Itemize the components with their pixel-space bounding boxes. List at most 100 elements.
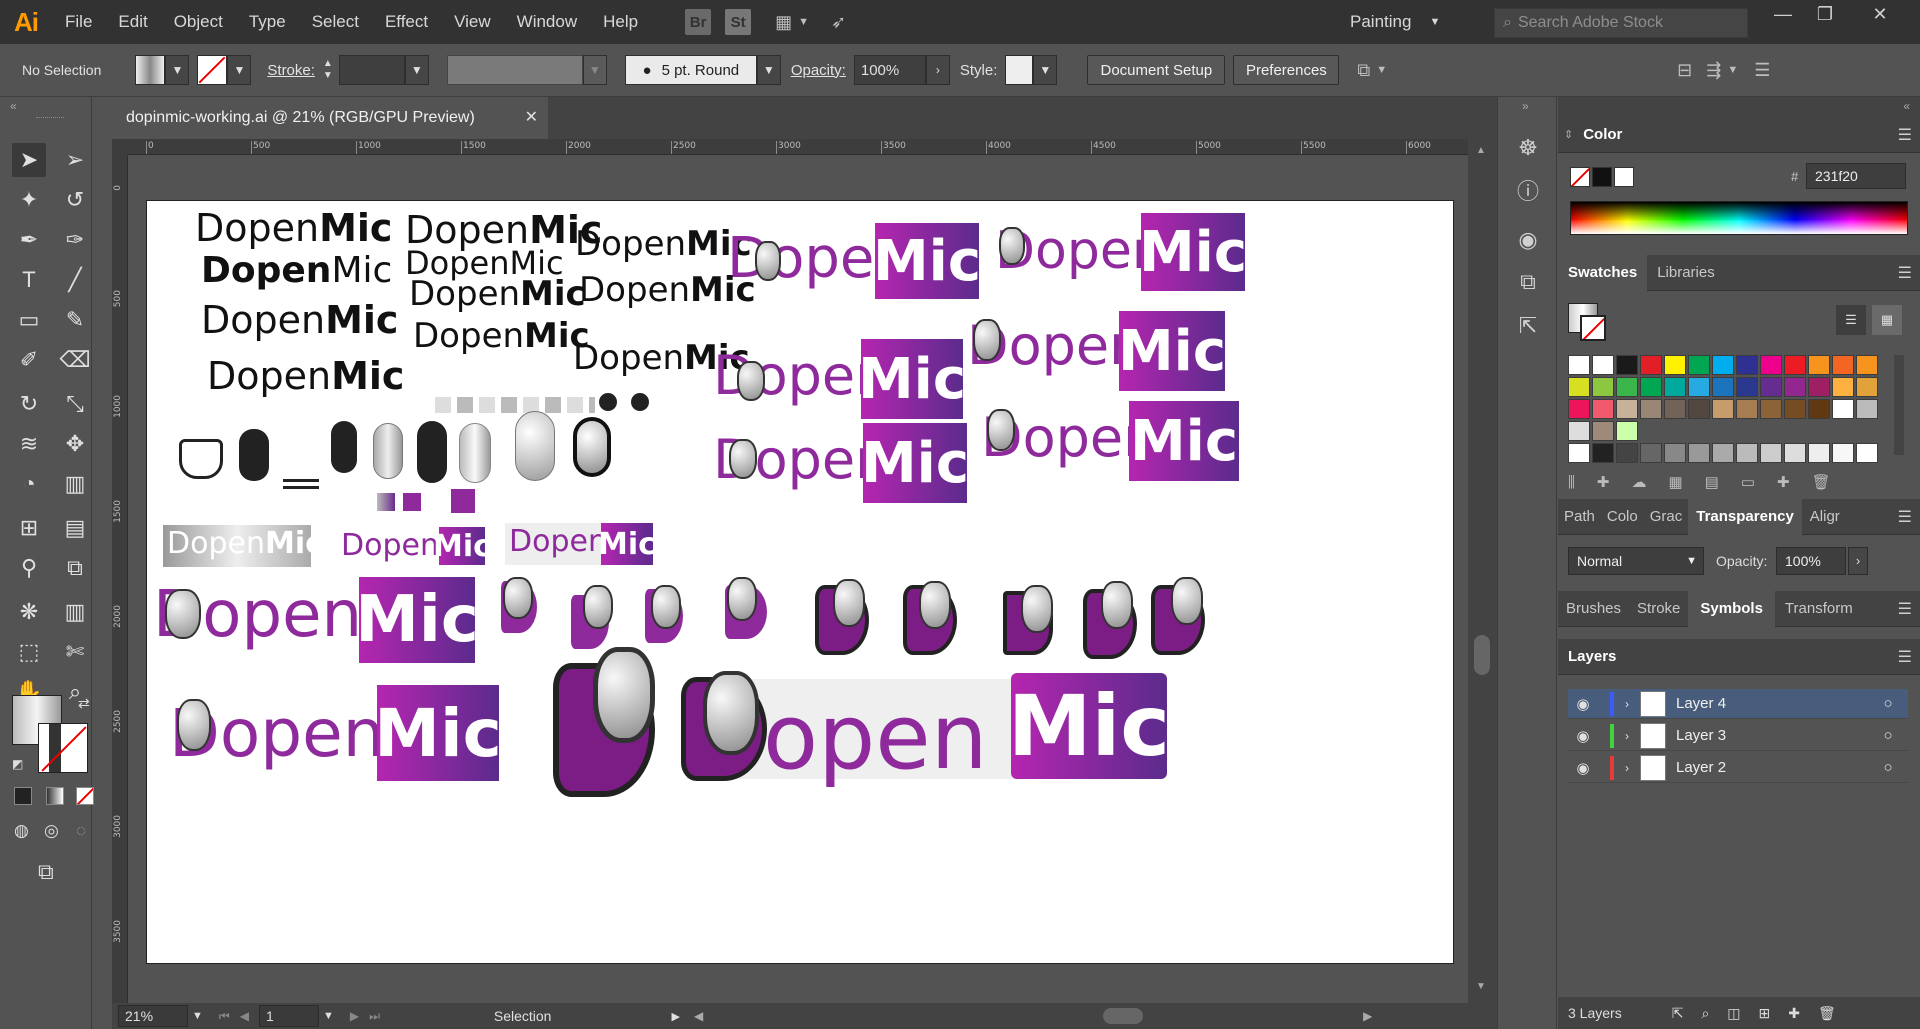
info-icon[interactable]: ⓘ: [1511, 173, 1545, 207]
swatch[interactable]: [1592, 421, 1614, 441]
swatch[interactable]: [1592, 399, 1614, 419]
tab-transform[interactable]: Transform: [1775, 591, 1863, 627]
scale-tool-icon[interactable]: ⤡: [58, 387, 92, 421]
purple-swatch[interactable]: [403, 493, 421, 511]
stroke-weight-field[interactable]: [338, 55, 405, 85]
blend-mode-select[interactable]: Normal ▼: [1568, 547, 1704, 575]
menu-select[interactable]: Select: [299, 0, 372, 44]
first-artboard-icon[interactable]: ⏮: [219, 1009, 230, 1024]
menu-view[interactable]: View: [441, 0, 504, 44]
document-tab[interactable]: dopinmic-working.ai @ 21% (RGB/GPU Previ…: [112, 97, 548, 139]
gradient-swatch[interactable]: [377, 493, 395, 511]
panel-menu-icon[interactable]: ☰: [1898, 507, 1912, 527]
paintbrush-tool-icon[interactable]: ✎: [58, 303, 92, 337]
menu-type[interactable]: Type: [236, 0, 299, 44]
swatch[interactable]: [1664, 355, 1686, 375]
mic-silver-shape[interactable]: [373, 423, 403, 479]
new-sublayer-icon[interactable]: ⊞: [1759, 1005, 1771, 1022]
bridge-button[interactable]: Br: [685, 9, 712, 35]
tab-align[interactable]: Aligr: [1802, 499, 1848, 535]
swatch[interactable]: [1664, 399, 1686, 419]
swatch[interactable]: [1736, 399, 1758, 419]
stroke-color-box[interactable]: [38, 723, 88, 773]
stroke-stepper[interactable]: ▲ ▼: [323, 58, 333, 82]
vertical-scrollbar[interactable]: ▲ ▼: [1468, 139, 1497, 1003]
menu-window[interactable]: Window: [504, 0, 590, 44]
menu-help[interactable]: Help: [590, 0, 651, 44]
export-layer-icon[interactable]: ⇱: [1672, 1005, 1684, 1022]
last-artboard-icon[interactable]: ⏭: [369, 1009, 380, 1024]
artboard-tool-icon[interactable]: ⬚: [12, 635, 46, 669]
swatch[interactable]: [1688, 355, 1710, 375]
menu-object[interactable]: Object: [161, 0, 236, 44]
locate-object-icon[interactable]: ⌕: [1701, 1005, 1709, 1022]
stroke-swatch[interactable]: [197, 55, 228, 85]
swatch-options-icon[interactable]: ▤: [1705, 473, 1719, 491]
wordmark-study[interactable]: DopenMic: [201, 301, 398, 339]
delete-layer-icon[interactable]: 🗑: [1818, 1005, 1836, 1022]
direct-selection-tool-icon[interactable]: ➢: [58, 143, 92, 177]
swatch[interactable]: [1832, 443, 1854, 463]
swatch[interactable]: [1808, 399, 1830, 419]
fill-dropdown[interactable]: ▼: [165, 55, 190, 85]
symbol-sprayer-icon[interactable]: ❋: [12, 595, 46, 629]
swatch[interactable]: [1808, 443, 1830, 463]
horizontal-ruler[interactable]: 0 500 1000 1500 2000 2500 3000 3500 4000…: [128, 139, 1468, 155]
gradient-mode-icon[interactable]: [46, 787, 64, 805]
swatch[interactable]: [1856, 399, 1878, 419]
graphic-style-swatch[interactable]: [1005, 55, 1034, 85]
color-mode-icon[interactable]: [14, 787, 32, 805]
layer-name[interactable]: Layer 3: [1676, 727, 1868, 744]
mic-outline-shape[interactable]: [179, 439, 223, 479]
scroll-down-icon[interactable]: ▼: [1476, 981, 1486, 992]
arrange-documents-icon[interactable]: ▦: [775, 12, 792, 33]
swatch[interactable]: [1736, 355, 1758, 375]
asset-export-icon[interactable]: ⧉: [1511, 265, 1545, 299]
swatch[interactable]: [1568, 377, 1590, 397]
artboard-number-field[interactable]: 1: [258, 1005, 319, 1027]
draw-normal-icon[interactable]: ◍: [14, 821, 29, 841]
stroke-color-dropdown[interactable]: ▼: [227, 55, 252, 85]
chevron-down-icon[interactable]: ▼: [1376, 64, 1387, 76]
status-menu-arrow-icon[interactable]: ▶: [671, 1010, 679, 1023]
expand-arrow-icon[interactable]: ›: [1614, 761, 1640, 775]
swatch[interactable]: [1712, 443, 1734, 463]
swatch[interactable]: [1640, 377, 1662, 397]
stock-search-field[interactable]: ⌕ Search Adobe Stock: [1494, 8, 1748, 38]
vertical-ruler[interactable]: 0 500 1000 1500 2000 2500 3000 3500: [112, 155, 128, 1003]
logo-lockup-purple[interactable]: Dopen: [341, 531, 439, 561]
swatch[interactable]: [1568, 421, 1590, 441]
swatch[interactable]: [1592, 355, 1614, 375]
panel-options-icon[interactable]: ⇕: [1564, 128, 1573, 141]
stroke-label[interactable]: Stroke:: [267, 62, 315, 79]
swatch[interactable]: [1784, 443, 1806, 463]
swatch[interactable]: [1616, 355, 1638, 375]
draw-inside-icon[interactable]: ◌: [76, 821, 86, 841]
style-dropdown[interactable]: ▼: [1033, 55, 1058, 85]
swatch[interactable]: [1760, 399, 1782, 419]
swatch-scrollbar[interactable]: [1894, 355, 1904, 455]
default-colors-icon[interactable]: ◩: [12, 757, 23, 771]
expand-arrow-icon[interactable]: ›: [1614, 697, 1640, 711]
mic-box[interactable]: Mic: [1118, 311, 1226, 391]
gray-swatch-strip[interactable]: [435, 397, 595, 413]
tab-color-guide[interactable]: Colo: [1601, 499, 1644, 535]
swatch[interactable]: [1640, 443, 1662, 463]
horizontal-scroll-thumb[interactable]: [1103, 1008, 1144, 1024]
swatch[interactable]: [1760, 443, 1782, 463]
mic-stand-shape[interactable]: [283, 479, 319, 489]
tab-swatches[interactable]: Swatches: [1558, 254, 1648, 291]
rectangle-tool-icon[interactable]: ▭: [12, 303, 46, 337]
panel-menu-icon[interactable]: ☰: [1754, 60, 1770, 81]
hex-input[interactable]: 231f20: [1806, 163, 1906, 189]
black-dot[interactable]: [599, 393, 617, 411]
mic-box[interactable]: Mic: [374, 685, 502, 781]
swatch[interactable]: [1736, 443, 1758, 463]
next-artboard-icon[interactable]: ▶: [350, 1009, 359, 1023]
brush-dropdown[interactable]: ▼: [756, 55, 781, 85]
fill-swatch[interactable]: [135, 55, 166, 85]
transform-icon[interactable]: ⇶: [1706, 60, 1721, 81]
free-transform-icon[interactable]: ✥: [58, 427, 92, 461]
mic-render[interactable]: [515, 411, 555, 481]
swatch[interactable]: [1808, 377, 1830, 397]
